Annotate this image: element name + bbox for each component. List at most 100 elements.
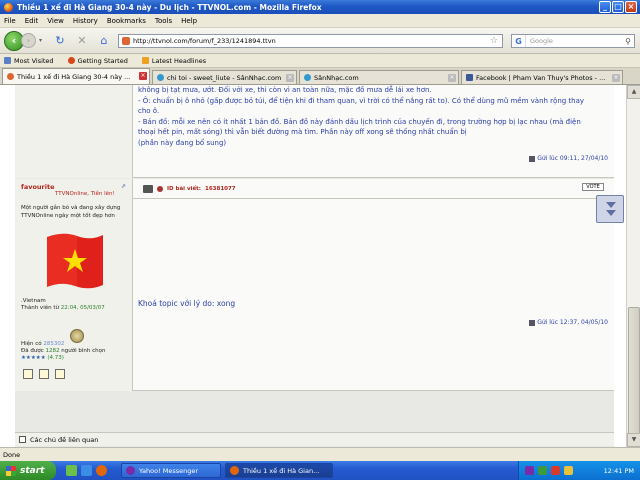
post-timestamp: Gửi lúc 09:11, 27/04/10 xyxy=(529,155,608,162)
volume-tray-icon[interactable] xyxy=(564,466,573,475)
menu-bar: File Edit View History Bookmarks Tools H… xyxy=(0,14,640,28)
windows-taskbar: start Yahoo! Messenger Thiều 1 xế đi Hà … xyxy=(0,461,640,480)
firefox-icon xyxy=(4,2,13,12)
vietnam-flag-image xyxy=(47,233,103,289)
stop-icon[interactable]: ✕ xyxy=(74,33,90,49)
forum-post: không bị tạt mưa, ướt. Đối với xe, thì c… xyxy=(15,85,614,178)
menu-view[interactable]: View xyxy=(47,17,64,25)
vertical-scrollbar[interactable]: ▲ ▼ xyxy=(626,85,640,447)
post-line: - Bản đồ: mỗi xe nên có ít nhất 1 bản đồ… xyxy=(138,117,581,126)
window-controls: _ □ × xyxy=(599,1,637,13)
bookmark-star-icon[interactable]: ☆ xyxy=(490,36,498,46)
post-body: không bị tạt mưa, ướt. Đối với xe, thì c… xyxy=(138,85,610,148)
message-icon[interactable] xyxy=(39,369,49,379)
menu-history[interactable]: History xyxy=(73,17,98,25)
bookmark-getting-started[interactable]: Getting Started xyxy=(67,57,128,65)
tab-facebook[interactable]: Facebook | Pham Van Thuy's Photos - ... … xyxy=(461,70,623,84)
post-line: thoại hết pin, mất sóng) thì vẫn biết đư… xyxy=(138,128,467,136)
author-thanks: Đã được 1282 người bình chọn xyxy=(21,348,106,354)
tab-bar: Thiều 1 xế đi Hà Giang 30-4 này ... × ch… xyxy=(0,68,640,85)
tab-chi-toi[interactable]: chi toi - sweet_liute - SânNhạc.com × xyxy=(152,70,297,84)
profile-arrow-icon[interactable]: ⇗ xyxy=(121,183,126,190)
close-tab-icon[interactable]: × xyxy=(612,74,620,82)
bookmark-most-visited[interactable]: Most Visited xyxy=(4,57,54,65)
start-button[interactable]: start xyxy=(0,461,56,480)
scrollbar-thumb[interactable] xyxy=(628,307,640,437)
tab-favicon xyxy=(7,73,14,80)
vote-button[interactable]: VOTE xyxy=(582,183,604,191)
yahoo-tray-icon[interactable] xyxy=(525,466,534,475)
task-firefox-window[interactable]: Thiều 1 xế đi Hà Gian... xyxy=(225,463,333,478)
reload-icon[interactable]: ↻ xyxy=(52,33,68,49)
search-icon[interactable]: ⚲ xyxy=(625,37,631,46)
rating-stars: ★★★★★ xyxy=(21,355,46,361)
scroll-to-top-button[interactable] xyxy=(596,195,624,223)
tab-favicon xyxy=(466,74,473,81)
post-toolbar: ID bài viết: 16381077 VOTE xyxy=(133,179,614,199)
profile-icon[interactable] xyxy=(23,369,33,379)
history-dropdown-icon[interactable]: ▾ xyxy=(39,37,46,44)
tab-thieu-1-xe[interactable]: Thiều 1 xế đi Hà Giang 30-4 này ... × xyxy=(2,68,150,84)
post-id-value: 16381077 xyxy=(205,185,236,192)
page-content: không bị tạt mưa, ướt. Đối với xe, thì c… xyxy=(0,85,640,447)
tab-favicon xyxy=(304,74,311,81)
google-icon[interactable]: G xyxy=(512,35,526,47)
menu-tools[interactable]: Tools xyxy=(155,17,172,25)
author-rating: ★★★★★ (4.73) xyxy=(21,355,64,361)
maximize-button[interactable]: □ xyxy=(612,1,624,13)
folder-icon xyxy=(4,57,11,64)
show-desktop-icon[interactable] xyxy=(66,465,77,476)
network-tray-icon[interactable] xyxy=(538,466,547,475)
home-icon[interactable]: ⌂ xyxy=(96,33,112,49)
task-yahoo-messenger[interactable]: Yahoo! Messenger xyxy=(121,463,221,478)
close-tab-icon[interactable]: × xyxy=(286,74,294,82)
url-bar[interactable]: http://ttvnol.com/forum/f_233/1241894.tt… xyxy=(118,34,503,48)
author-rank: TTVNOnline, Tiền lên! xyxy=(55,191,115,197)
windows-logo-icon xyxy=(6,465,16,476)
menu-edit[interactable]: Edit xyxy=(25,17,39,25)
forum-page: không bị tạt mưa, ướt. Đối với xe, thì c… xyxy=(15,85,614,447)
minimize-button[interactable]: _ xyxy=(599,1,611,13)
rss-icon xyxy=(141,57,149,64)
add-friend-icon[interactable] xyxy=(55,369,65,379)
clock: 12:41 PM xyxy=(603,466,634,475)
url-text: http://ttvnol.com/forum/f_233/1241894.tt… xyxy=(133,37,276,45)
tab-favicon xyxy=(157,74,164,81)
firefox-quicklaunch-icon[interactable] xyxy=(96,465,107,476)
close-window-button[interactable]: × xyxy=(625,1,637,13)
navigation-toolbar: ‹ › ▾ ↻ ✕ ⌂ http://ttvnol.com/forum/f_23… xyxy=(0,28,640,54)
close-tab-icon[interactable]: × xyxy=(448,74,456,82)
menu-bookmarks[interactable]: Bookmarks xyxy=(107,17,146,25)
firefox-task-icon xyxy=(230,466,239,475)
author-username[interactable]: favourite xyxy=(21,183,55,191)
antivirus-tray-icon[interactable] xyxy=(551,466,560,475)
post-id-label: ID bài viết: xyxy=(167,185,202,192)
search-bar[interactable]: G Google ⚲ xyxy=(511,34,635,48)
scroll-down-icon[interactable]: ▼ xyxy=(627,433,640,447)
lock-message: Khoá topic với lý do: xong xyxy=(138,299,236,308)
close-tab-icon[interactable]: × xyxy=(139,72,147,80)
post-line: không bị tạt mưa, ướt. Đối với xe, thì c… xyxy=(138,86,432,94)
related-topics-bar[interactable]: Các chủ đề liên quan xyxy=(15,432,614,446)
bookmark-latest-headlines[interactable]: Latest Headlines xyxy=(141,57,206,65)
yahoo-icon xyxy=(126,466,135,475)
report-icon[interactable] xyxy=(157,185,163,192)
menu-file[interactable]: File xyxy=(4,17,16,25)
menu-help[interactable]: Help xyxy=(181,17,197,25)
window-title: Thiều 1 xế đi Hà Giang 30-4 này - Du lịc… xyxy=(17,2,322,12)
post-author-panel: favourite ⇗ TTVNOnline, Tiền lên! Một ng… xyxy=(15,179,133,391)
post-timestamp: Gửi lúc 12:37, 04/05/10 xyxy=(529,319,608,326)
site-favicon xyxy=(122,37,130,45)
system-tray: 12:41 PM xyxy=(518,461,640,480)
bookmarks-toolbar: Most Visited Getting Started Latest Head… xyxy=(0,54,640,68)
medal-icon xyxy=(70,329,84,343)
tab-san-nhac[interactable]: SânNhạc.com × xyxy=(299,70,459,84)
author-action-icons xyxy=(23,369,65,379)
scroll-up-icon[interactable]: ▲ xyxy=(627,85,640,99)
print-icon[interactable] xyxy=(143,184,153,193)
post-line: - Ô: chuẩn bị ô nhỏ (gấp được bỏ túi, để… xyxy=(138,96,585,105)
related-topics-checkbox[interactable] xyxy=(19,436,26,443)
ie-icon[interactable] xyxy=(81,465,92,476)
related-topics-label: Các chủ đề liên quan xyxy=(30,435,99,444)
forward-button[interactable]: › xyxy=(21,33,36,48)
